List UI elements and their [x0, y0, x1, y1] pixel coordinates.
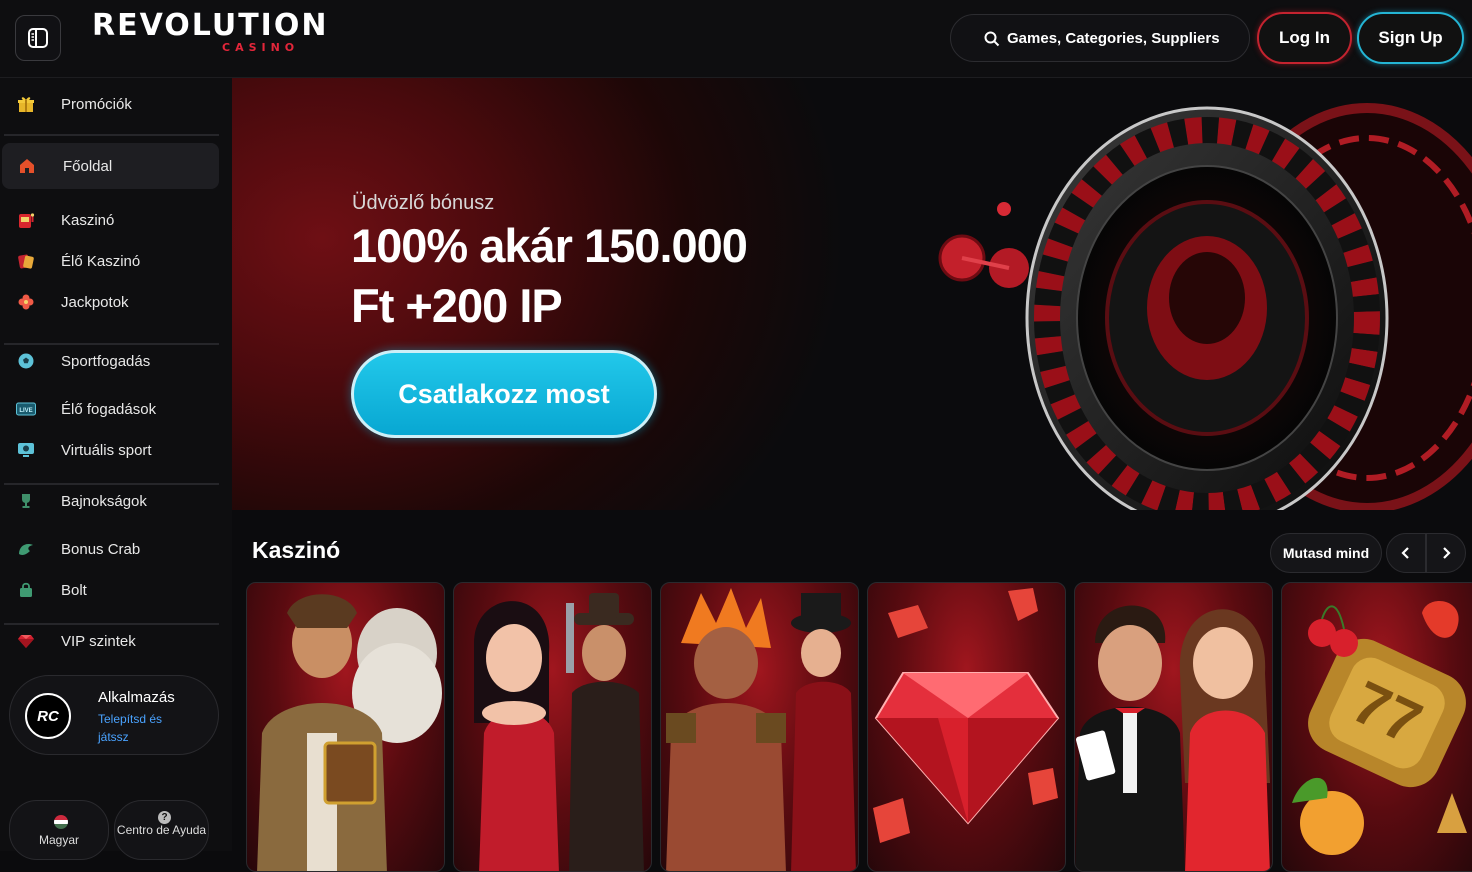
sidebar-divider [4, 134, 219, 136]
sidebar-item-label: Kaszinó [61, 211, 115, 229]
chevron-left-icon [1401, 547, 1409, 559]
game-thumbnail-ruby [873, 588, 1060, 843]
sidebar-item-promotions[interactable]: Promóciók [0, 84, 225, 124]
hungary-flag-icon [54, 815, 68, 829]
login-button[interactable]: Log In [1257, 12, 1352, 64]
section-title-casino: Kaszinó [252, 537, 341, 563]
roulette-wheel-illustration [938, 103, 1472, 510]
soccer-ball-icon [16, 351, 36, 371]
logo-wordmark: REVOLUTION [92, 8, 329, 43]
diamond-icon [16, 631, 36, 651]
gift-icon [16, 94, 36, 114]
game-card[interactable] [660, 582, 859, 872]
app-subtitle: Telepítsd és játssz [98, 712, 163, 744]
help-label: Centro de Ayuda [116, 823, 207, 837]
sidebar-item-label: Bonus Crab [61, 540, 141, 558]
game-thumbnail-fire-warrior [666, 588, 856, 871]
sidebar-item-sports[interactable]: Sportfogadás [0, 341, 225, 381]
sidebar-item-jackpots[interactable]: Jackpotok [0, 282, 225, 322]
search-placeholder: Games, Categories, Suppliers [1007, 29, 1220, 47]
hero-banner: Üdvözlő bónusz 100% akár 150.000 Ft +200… [232, 78, 1472, 510]
sidebar-item-vip[interactable]: VIP szintek [0, 621, 225, 661]
language-label: Magyar [38, 833, 79, 847]
join-now-button[interactable]: Csatlakozz most [351, 350, 657, 438]
search-icon [984, 31, 1000, 47]
game-thumbnail-live-dealers [1075, 605, 1270, 871]
live-cards-icon [16, 251, 36, 271]
sidebar-item-label: Virtuális sport [61, 441, 152, 459]
game-thumbnail-fruit-slot: 77 [1292, 601, 1467, 855]
sidebar-item-label: Promóciók [61, 95, 132, 113]
shopping-bag-icon [16, 580, 36, 600]
carousel-next-button[interactable] [1426, 533, 1466, 573]
sidebar-item-label: Sportfogadás [61, 352, 151, 370]
trophy-icon [16, 491, 36, 511]
game-card[interactable]: 77 [1281, 582, 1472, 872]
home-icon [17, 156, 37, 176]
show-all-button[interactable]: Mutasd mind [1270, 533, 1382, 573]
sidebar-item-bonus-crab[interactable]: Bonus Crab [0, 529, 225, 569]
app-install-card[interactable]: RC Alkalmazás Telepítsd és játssz [9, 675, 219, 755]
game-card[interactable] [867, 582, 1066, 872]
sidebar-item-live-casino[interactable]: Élő Kaszinó [0, 241, 225, 281]
language-selector[interactable]: Magyar [9, 800, 109, 860]
game-card[interactable] [453, 582, 652, 872]
carousel-prev-button[interactable] [1386, 533, 1426, 573]
sidebar-toggle-icon [28, 28, 48, 48]
sidebar: Promóciók Főoldal Kaszinó Élő Kaszinó Ja… [0, 78, 232, 860]
game-thumbnail-explorer [257, 594, 442, 871]
sidebar-toggle-button[interactable] [15, 15, 61, 61]
hero-kicker: Üdvözlő bónusz [352, 192, 495, 214]
sidebar-item-casino[interactable]: Kaszinó [0, 200, 225, 240]
search-input[interactable]: Games, Categories, Suppliers [950, 14, 1250, 62]
chevron-right-icon [1443, 547, 1451, 559]
clover-icon [16, 292, 36, 312]
game-thumbnail-cowgirl [474, 593, 644, 871]
sidebar-item-live-betting[interactable]: LIVE Élő fogadások [0, 389, 225, 429]
monitor-ball-icon [16, 440, 36, 460]
sidebar-item-label: Élő fogadások [61, 400, 157, 418]
logo-subtitle: CASINO [222, 41, 300, 54]
signup-button[interactable]: Sign Up [1357, 12, 1464, 64]
sidebar-item-home[interactable]: Főoldal [2, 143, 219, 189]
top-bar: REVOLUTION CASINO Games, Categories, Sup… [0, 0, 1472, 78]
game-card[interactable] [246, 582, 445, 872]
sidebar-item-tournaments[interactable]: Bajnokságok [0, 481, 225, 521]
svg-text:LIVE: LIVE [19, 408, 32, 414]
game-card[interactable] [1074, 582, 1273, 872]
hero-title: 100% akár 150.000 Ft +200 IP [351, 219, 748, 332]
crab-claw-icon [16, 539, 36, 559]
sidebar-item-label: Élő Kaszinó [61, 252, 141, 270]
help-center-button[interactable]: ? Centro de Ayuda [114, 800, 209, 860]
slot-machine-icon [16, 210, 36, 230]
sidebar-item-shop[interactable]: Bolt [0, 570, 225, 610]
sidebar-item-label: Jackpotok [61, 293, 129, 311]
live-badge-icon: LIVE [16, 399, 36, 419]
sidebar-item-virtual-sports[interactable]: Virtuális sport [0, 430, 225, 470]
site-logo[interactable]: REVOLUTION CASINO [92, 8, 329, 55]
sidebar-item-label: Bolt [61, 581, 87, 599]
sidebar-item-label: Főoldal [63, 157, 113, 175]
sidebar-item-label: VIP szintek [61, 632, 136, 650]
app-logo: RC [25, 693, 71, 739]
app-title: Alkalmazás [98, 689, 175, 706]
sidebar-item-label: Bajnokságok [61, 492, 147, 510]
